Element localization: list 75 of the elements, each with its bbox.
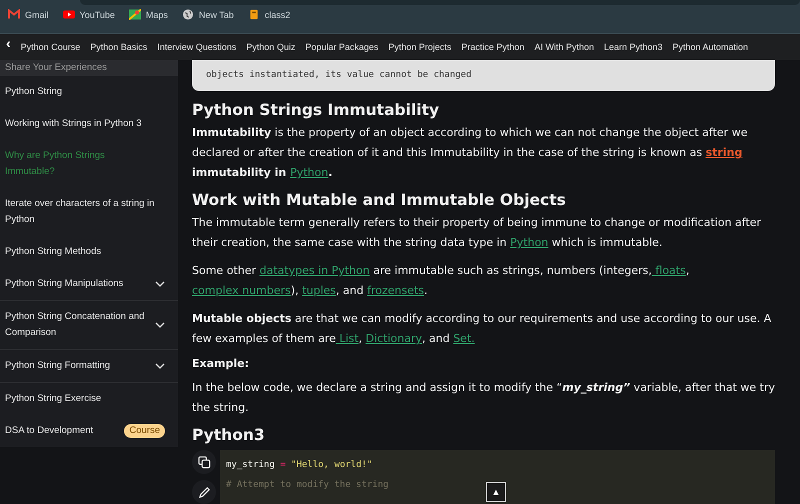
- edit-button[interactable]: [192, 480, 216, 504]
- nav-link[interactable]: Python Course: [20, 42, 80, 52]
- link[interactable]: datatypes in Python: [260, 264, 370, 277]
- map-icon: [128, 9, 141, 20]
- sidebar-item-label: Python String Manipulations: [5, 277, 124, 291]
- link[interactable]: List: [336, 332, 359, 345]
- sidebar-item-label: Python String: [5, 85, 62, 99]
- sidebar-item[interactable]: Iterate over characters of a string in Python: [0, 188, 178, 236]
- sidebar-item[interactable]: DSA to Development Course: [0, 415, 178, 447]
- example-label: Example:: [192, 357, 250, 370]
- bookmark[interactable]: Maps: [128, 9, 168, 20]
- paragraph: Immutability is the property of an object according to which we can not change the object after we declared or after the creation of it and this Immutability in the case of the string is known as string immutability in Python.: [192, 125, 748, 181]
- sidebar-item-label: DSA to Development: [5, 424, 94, 438]
- nav-link[interactable]: Python Quiz: [246, 42, 296, 52]
- mail-icon: [8, 9, 20, 20]
- sidebar-item-label: Why are Python Strings Immutable?: [5, 149, 106, 179]
- book-icon: [248, 9, 260, 20]
- link[interactable]: Python: [290, 166, 328, 179]
- nav-link[interactable]: Popular Packages: [305, 42, 378, 52]
- paragraph: In the below code, we declare a string and assign it to modify the “my_string” variable, after that we try the string.: [192, 380, 775, 416]
- code-line: my_string = "Hello, world!": [226, 459, 372, 472]
- pencil-icon: [198, 486, 210, 498]
- sidebar-item[interactable]: Share Your Experiences: [0, 60, 178, 76]
- sidebar-item[interactable]: Why are Python Strings Immutable?: [0, 140, 178, 188]
- nav-link[interactable]: Python Basics: [90, 42, 148, 52]
- bookmark[interactable]: YouTube: [62, 9, 115, 20]
- link[interactable]: Dictionary: [366, 332, 422, 345]
- sidebar-item[interactable]: Python String Formatting: [0, 350, 178, 383]
- copy-button[interactable]: [192, 450, 216, 474]
- nav-link[interactable]: Practice Python: [461, 42, 524, 52]
- code-line: # Attempt to modify the string: [226, 479, 389, 492]
- sidebar-item-label: Share Your Experiences: [5, 61, 107, 75]
- globe-icon: [182, 9, 194, 20]
- link[interactable]: string: [706, 146, 742, 159]
- paragraph: Some other datatypes in Python are immutable such as strings, numbers (integers, floats, complex numbers), tuples, and frozensets.: [192, 263, 690, 299]
- sidebar-item[interactable]: Working with Strings in Python 3: [0, 108, 178, 140]
- nav-link[interactable]: Learn Python3: [604, 42, 663, 52]
- link[interactable]: tuples: [302, 284, 336, 297]
- link[interactable]: Set.: [453, 332, 475, 345]
- sidebar-item[interactable]: Python String: [0, 76, 178, 108]
- nav-link[interactable]: Interview Questions: [157, 42, 236, 52]
- copy-icon: [198, 456, 210, 468]
- sidebar-item[interactable]: Python String Manipulations: [0, 268, 178, 301]
- sidebar-item-label: Python String Concatenation and Comparison: [5, 310, 146, 340]
- link[interactable]: Python: [510, 236, 548, 249]
- sidebar-item-label: Working with Strings in Python 3: [5, 117, 142, 131]
- paragraph: Mutable objects are that we can modify according to our requirements and use according to our use. A few examples of them are List, Dictionary, and Set.: [192, 311, 772, 347]
- chevron-down-icon: [155, 322, 165, 328]
- paragraph: The immutable term generally refers to their property of being immune to change or modification after their creation, the same case with the string data type in Python which is immutable.: [192, 215, 762, 251]
- bookmark[interactable]: class2: [248, 9, 290, 20]
- link[interactable]: floats: [652, 264, 686, 277]
- section-heading: Python3: [192, 426, 266, 444]
- course-badge: Course: [124, 424, 165, 438]
- link[interactable]: frozensets: [367, 284, 424, 297]
- play-icon: [62, 9, 75, 20]
- sidebar-item[interactable]: Python String Concatenation and Comparison: [0, 301, 178, 350]
- scroll-left-button[interactable]: ‹: [6, 35, 11, 51]
- link[interactable]: complex numbers: [192, 284, 291, 297]
- bookmark[interactable]: Gmail: [8, 9, 49, 20]
- chevron-down-icon: [155, 363, 165, 369]
- nav-link[interactable]: Python Automation: [672, 42, 748, 52]
- sidebar-item[interactable]: Python String Methods: [0, 236, 178, 268]
- sidebar-item[interactable]: Python String Exercise: [0, 383, 178, 415]
- scroll-to-top-button[interactable]: ▲: [486, 482, 506, 502]
- section-heading: Python Strings Immutability: [192, 101, 440, 119]
- sidebar-item-label: Python String Methods: [5, 245, 102, 259]
- nav-link[interactable]: AI With Python: [534, 42, 594, 52]
- bookmark[interactable]: New Tab: [182, 9, 234, 20]
- section-heading: Work with Mutable and Immutable Objects: [192, 191, 567, 209]
- sidebar-item-label: Python String Formatting: [5, 359, 110, 373]
- quote-text: objects instantiated, its value cannot be changed: [206, 70, 472, 80]
- nav-link[interactable]: Python Projects: [388, 42, 452, 52]
- sidebar-item-label: Iterate over characters of a string in Python: [5, 197, 155, 227]
- sidebar-item-label: Python String Exercise: [5, 392, 102, 406]
- chevron-down-icon: [155, 281, 165, 287]
